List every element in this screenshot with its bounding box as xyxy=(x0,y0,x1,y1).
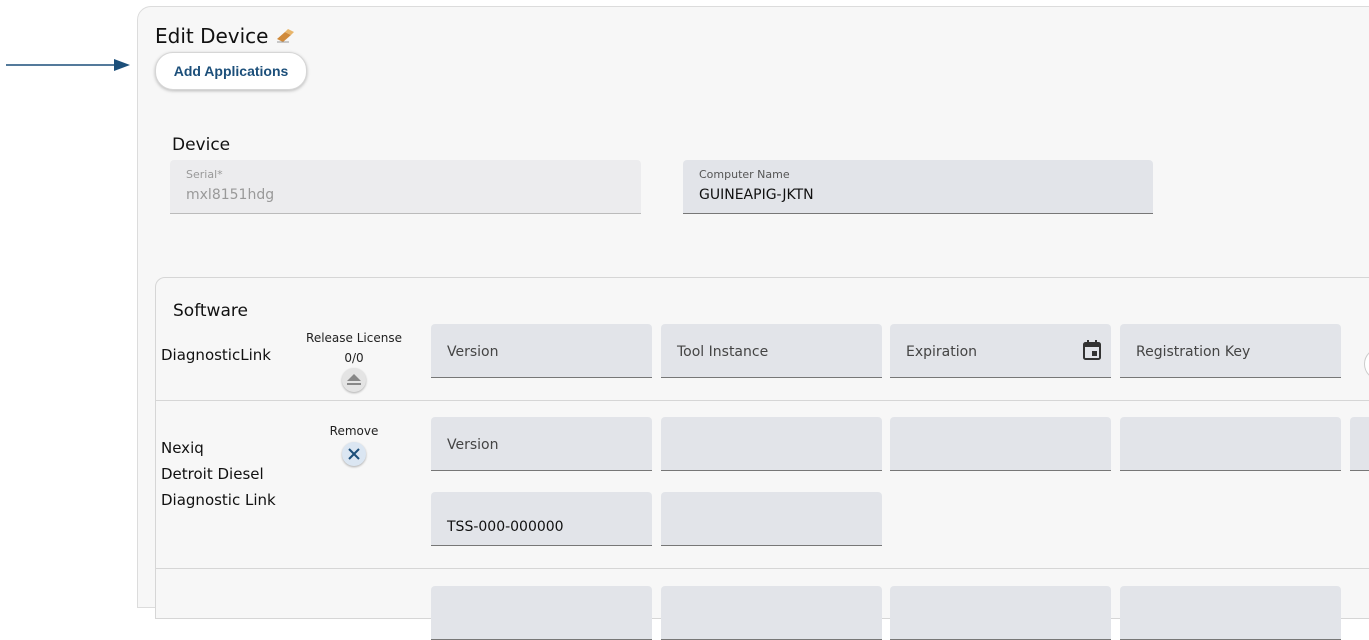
row-divider xyxy=(156,400,1369,401)
app-name-line: Detroit Diesel xyxy=(161,465,264,483)
add-applications-button[interactable]: Add Applications xyxy=(155,52,307,90)
arrow-right-icon xyxy=(6,59,130,71)
serial-field[interactable]: Serial* mxl8151hdg xyxy=(170,160,641,214)
computer-name-field[interactable]: Computer Name GUINEAPIG-JKTN xyxy=(683,160,1153,214)
row-action-button[interactable] xyxy=(1364,348,1369,380)
serial-label: Serial* xyxy=(186,168,223,181)
remove-button[interactable] xyxy=(342,442,366,466)
tool-serial-value: TSS-000-000000 xyxy=(447,519,564,535)
tool-instance-placeholder: Tool Instance xyxy=(677,344,769,360)
release-license-button[interactable] xyxy=(342,368,366,392)
app-name-diagnosticlink: DiagnosticLink xyxy=(161,346,271,364)
remove-label: Remove xyxy=(329,424,379,438)
edit-device-panel: Edit Device Add Applications Device Seri… xyxy=(137,6,1369,640)
row-divider xyxy=(156,568,1369,569)
registration-key-field[interactable]: Registration Key xyxy=(1120,324,1341,378)
expiration-field[interactable]: Expiration xyxy=(890,324,1111,378)
version-field-2[interactable]: Version xyxy=(431,417,652,471)
tool-instance-field[interactable]: Tool Instance xyxy=(661,324,882,378)
serial-value: mxl8151hdg xyxy=(186,187,275,203)
version-field[interactable]: Version xyxy=(431,324,652,378)
expiration-placeholder: Expiration xyxy=(906,344,978,360)
tool-instance-field-2[interactable] xyxy=(661,417,882,471)
app-name-nexiq: Nexiq Detroit Diesel Diagnostic Link xyxy=(161,435,276,513)
expiration-field-2[interactable] xyxy=(890,417,1111,471)
software-section-title: Software xyxy=(173,301,248,321)
extra-field-2[interactable] xyxy=(1350,417,1369,471)
expiration-field-3[interactable] xyxy=(890,586,1111,640)
registration-key-placeholder: Registration Key xyxy=(1136,344,1251,360)
release-license-label: Release License xyxy=(306,331,402,345)
app-name-line: Nexiq xyxy=(161,439,204,457)
tool-extra-field[interactable] xyxy=(661,492,882,546)
device-section-title: Device xyxy=(172,135,231,155)
close-icon xyxy=(348,448,360,460)
tool-instance-field-3[interactable] xyxy=(661,586,882,640)
version-placeholder: Version xyxy=(447,344,499,360)
page-title: Edit Device xyxy=(155,24,295,48)
app-name-line: Diagnostic Link xyxy=(161,491,276,509)
eraser-icon xyxy=(276,29,294,43)
tool-serial-field[interactable]: TSS-000-000000 xyxy=(431,492,652,546)
version-placeholder-2: Version xyxy=(447,437,499,453)
version-field-3[interactable] xyxy=(431,586,652,640)
eject-icon xyxy=(347,374,361,385)
page-title-text: Edit Device xyxy=(155,24,269,48)
license-count: 0/0 xyxy=(344,351,364,365)
calendar-icon[interactable] xyxy=(1083,340,1101,360)
registration-key-field-2[interactable] xyxy=(1120,417,1341,471)
registration-key-field-3[interactable] xyxy=(1120,586,1341,640)
computer-name-value: GUINEAPIG-JKTN xyxy=(699,187,814,203)
software-section: Software DiagnosticLink Release License … xyxy=(155,277,1369,640)
computer-name-label: Computer Name xyxy=(699,168,790,181)
